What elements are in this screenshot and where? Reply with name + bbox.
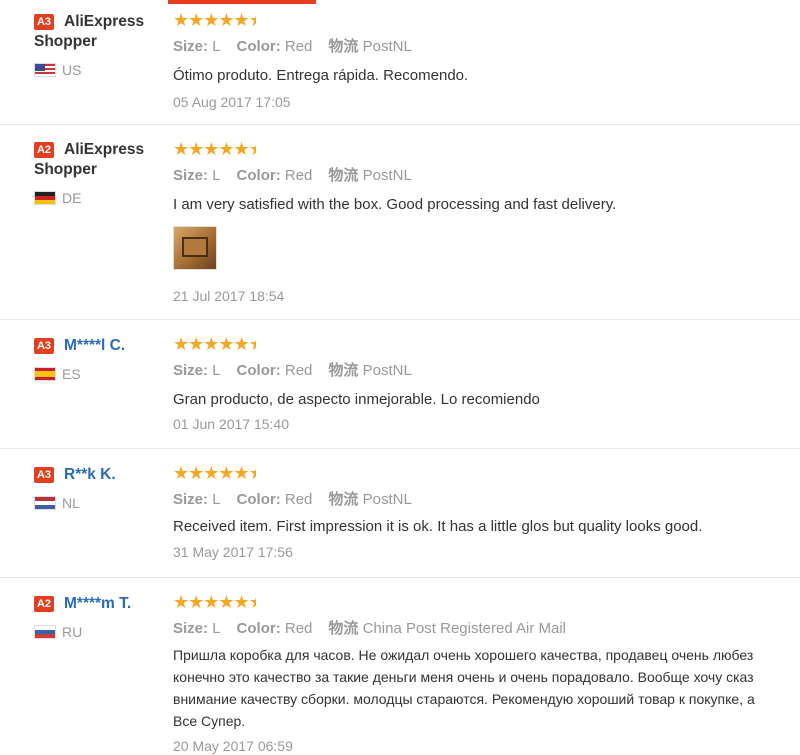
review-item: A3 R**k K. NL ★★★★★★ Size: L Color: Red 物流 … — [0, 449, 800, 578]
reviewer-country: ES — [34, 366, 164, 382]
reviewer-info: A3 M****l C. ES — [34, 336, 164, 382]
color-label: Color: — [236, 362, 281, 379]
color-label: Color: — [236, 38, 281, 55]
size-value: L — [212, 38, 221, 55]
review-item: A3AliExpress Shopper US ★★★★★★ Size: L Co… — [0, 0, 800, 125]
buyer-level-badge: A3 — [34, 338, 54, 354]
shipping-value: PostNL — [362, 167, 412, 184]
shipping-label: 物流 — [328, 362, 359, 379]
flag-ru-icon — [34, 625, 56, 639]
review-text-line: Все Супер. — [173, 713, 246, 729]
size-value: L — [212, 167, 221, 184]
review-body: ★★★★★★ Size: L Color: Red 物流 PostNL Receiv… — [173, 464, 800, 561]
review-date: 01 Jun 2017 15:40 — [173, 416, 289, 432]
order-info: Size: L Color: Red 物流 PostNL — [173, 167, 800, 185]
buyer-level-badge: A3 — [34, 14, 54, 30]
color-value: Red — [284, 362, 313, 379]
star-rating: ★★★★★★ — [173, 139, 256, 159]
shipping-value: China Post Registered Air Mail — [362, 620, 567, 637]
size-label: Size: — [173, 38, 209, 55]
reviewer-name-link[interactable]: M****l C. — [64, 337, 125, 354]
flag-es-icon — [34, 367, 56, 381]
flag-de-icon — [34, 191, 56, 205]
buyer-level-badge: A2 — [34, 142, 54, 158]
review-date: 20 May 2017 06:59 — [173, 738, 293, 754]
reviewer-name-link[interactable]: M****m T. — [64, 595, 131, 612]
order-info: Size: L Color: Red 物流 PostNL — [173, 38, 800, 56]
shipping-value: PostNL — [362, 38, 412, 55]
order-info: Size: L Color: Red 物流 China Post Registere… — [173, 620, 800, 638]
color-label: Color: — [236, 491, 281, 508]
shipping-value: PostNL — [362, 362, 412, 379]
review-text-line: внимание качеству сборки. молодцы стараю… — [173, 691, 755, 707]
color-label: Color: — [236, 620, 281, 637]
shipping-label: 物流 — [328, 620, 359, 637]
flag-nl-icon — [34, 496, 56, 510]
size-label: Size: — [173, 362, 209, 379]
review-body: ★★★★★★ Size: L Color: Red 物流 China Post Re… — [173, 593, 800, 755]
review-body: ★★★★★★ Size: L Color: Red 物流 PostNL Gran p… — [173, 335, 800, 433]
reviewer-name-link[interactable]: R**k K. — [64, 466, 116, 483]
reviewer-country: DE — [34, 190, 164, 206]
review-text-line: Пришла коробка для часов. Не ожидал очен… — [173, 647, 754, 663]
buyer-level-badge: A2 — [34, 596, 54, 612]
star-rating: ★★★★★★ — [173, 334, 256, 354]
size-value: L — [212, 491, 221, 508]
review-item: A2 M****m T. RU ★★★★★★ Size: L Color: Red 物… — [0, 578, 800, 754]
review-body: ★★★★★★ Size: L Color: Red 物流 PostNL I am v… — [173, 140, 800, 305]
color-label: Color: — [236, 167, 281, 184]
review-date: 05 Aug 2017 17:05 — [173, 94, 291, 110]
review-item: A2AliExpress Shopper DE ★★★★★★ Size: L Co… — [0, 125, 800, 320]
reviewer-country: US — [34, 62, 164, 78]
review-text: I am very satisfied with the box. Good p… — [173, 196, 617, 213]
reviewer-country: RU — [34, 624, 164, 640]
review-text-line: конечно это качество за такие деньги мен… — [173, 669, 754, 685]
size-label: Size: — [173, 167, 209, 184]
review-text: Received item. First impression it is ok… — [173, 518, 703, 535]
country-code: NL — [62, 495, 80, 511]
color-value: Red — [284, 167, 313, 184]
review-item: A3 M****l C. ES ★★★★★★ Size: L Color: Red 物… — [0, 320, 800, 449]
star-rating: ★★★★★★ — [173, 10, 256, 30]
order-info: Size: L Color: Red 物流 PostNL — [173, 362, 800, 380]
reviewer-info: A2 M****m T. RU — [34, 594, 164, 640]
color-value: Red — [284, 38, 313, 55]
shipping-label: 物流 — [328, 38, 359, 55]
flag-us-icon — [34, 63, 56, 77]
shipping-value: PostNL — [362, 491, 412, 508]
review-text: Gran producto, de aspecto inmejorable. L… — [173, 391, 540, 408]
star-rating: ★★★★★★ — [173, 592, 256, 612]
size-value: L — [212, 362, 221, 379]
reviewer-info: A3 R**k K. NL — [34, 465, 164, 511]
color-value: Red — [284, 491, 313, 508]
country-code: DE — [62, 190, 82, 206]
reviewer-country: NL — [34, 495, 164, 511]
shipping-label: 物流 — [328, 167, 359, 184]
country-code: RU — [62, 624, 83, 640]
buyer-level-badge: A3 — [34, 467, 54, 483]
star-rating: ★★★★★★ — [173, 463, 256, 483]
reviewer-info: A2 AliExpress Shopper DE — [34, 140, 164, 206]
size-label: Size: — [173, 491, 209, 508]
review-text: Ótimo produto. Entrega rápida. Recomendo… — [173, 67, 469, 84]
color-value: Red — [284, 620, 313, 637]
review-photo-thumbnail[interactable] — [173, 226, 217, 270]
size-value: L — [212, 620, 221, 637]
shipping-label: 物流 — [328, 491, 359, 508]
country-code: ES — [62, 366, 81, 382]
size-label: Size: — [173, 620, 209, 637]
order-info: Size: L Color: Red 物流 PostNL — [173, 491, 800, 509]
country-code: US — [62, 62, 82, 78]
reviewer-info: A3 AliExpress Shopper US — [34, 12, 164, 78]
review-text: Пришла коробка для часов. Не ожидал очен… — [173, 644, 800, 732]
review-date: 21 Jul 2017 18:54 — [173, 288, 285, 304]
review-date: 31 May 2017 17:56 — [173, 544, 293, 560]
review-body: ★★★★★★ Size: L Color: Red 物流 PostNL Ótimo … — [173, 11, 800, 111]
